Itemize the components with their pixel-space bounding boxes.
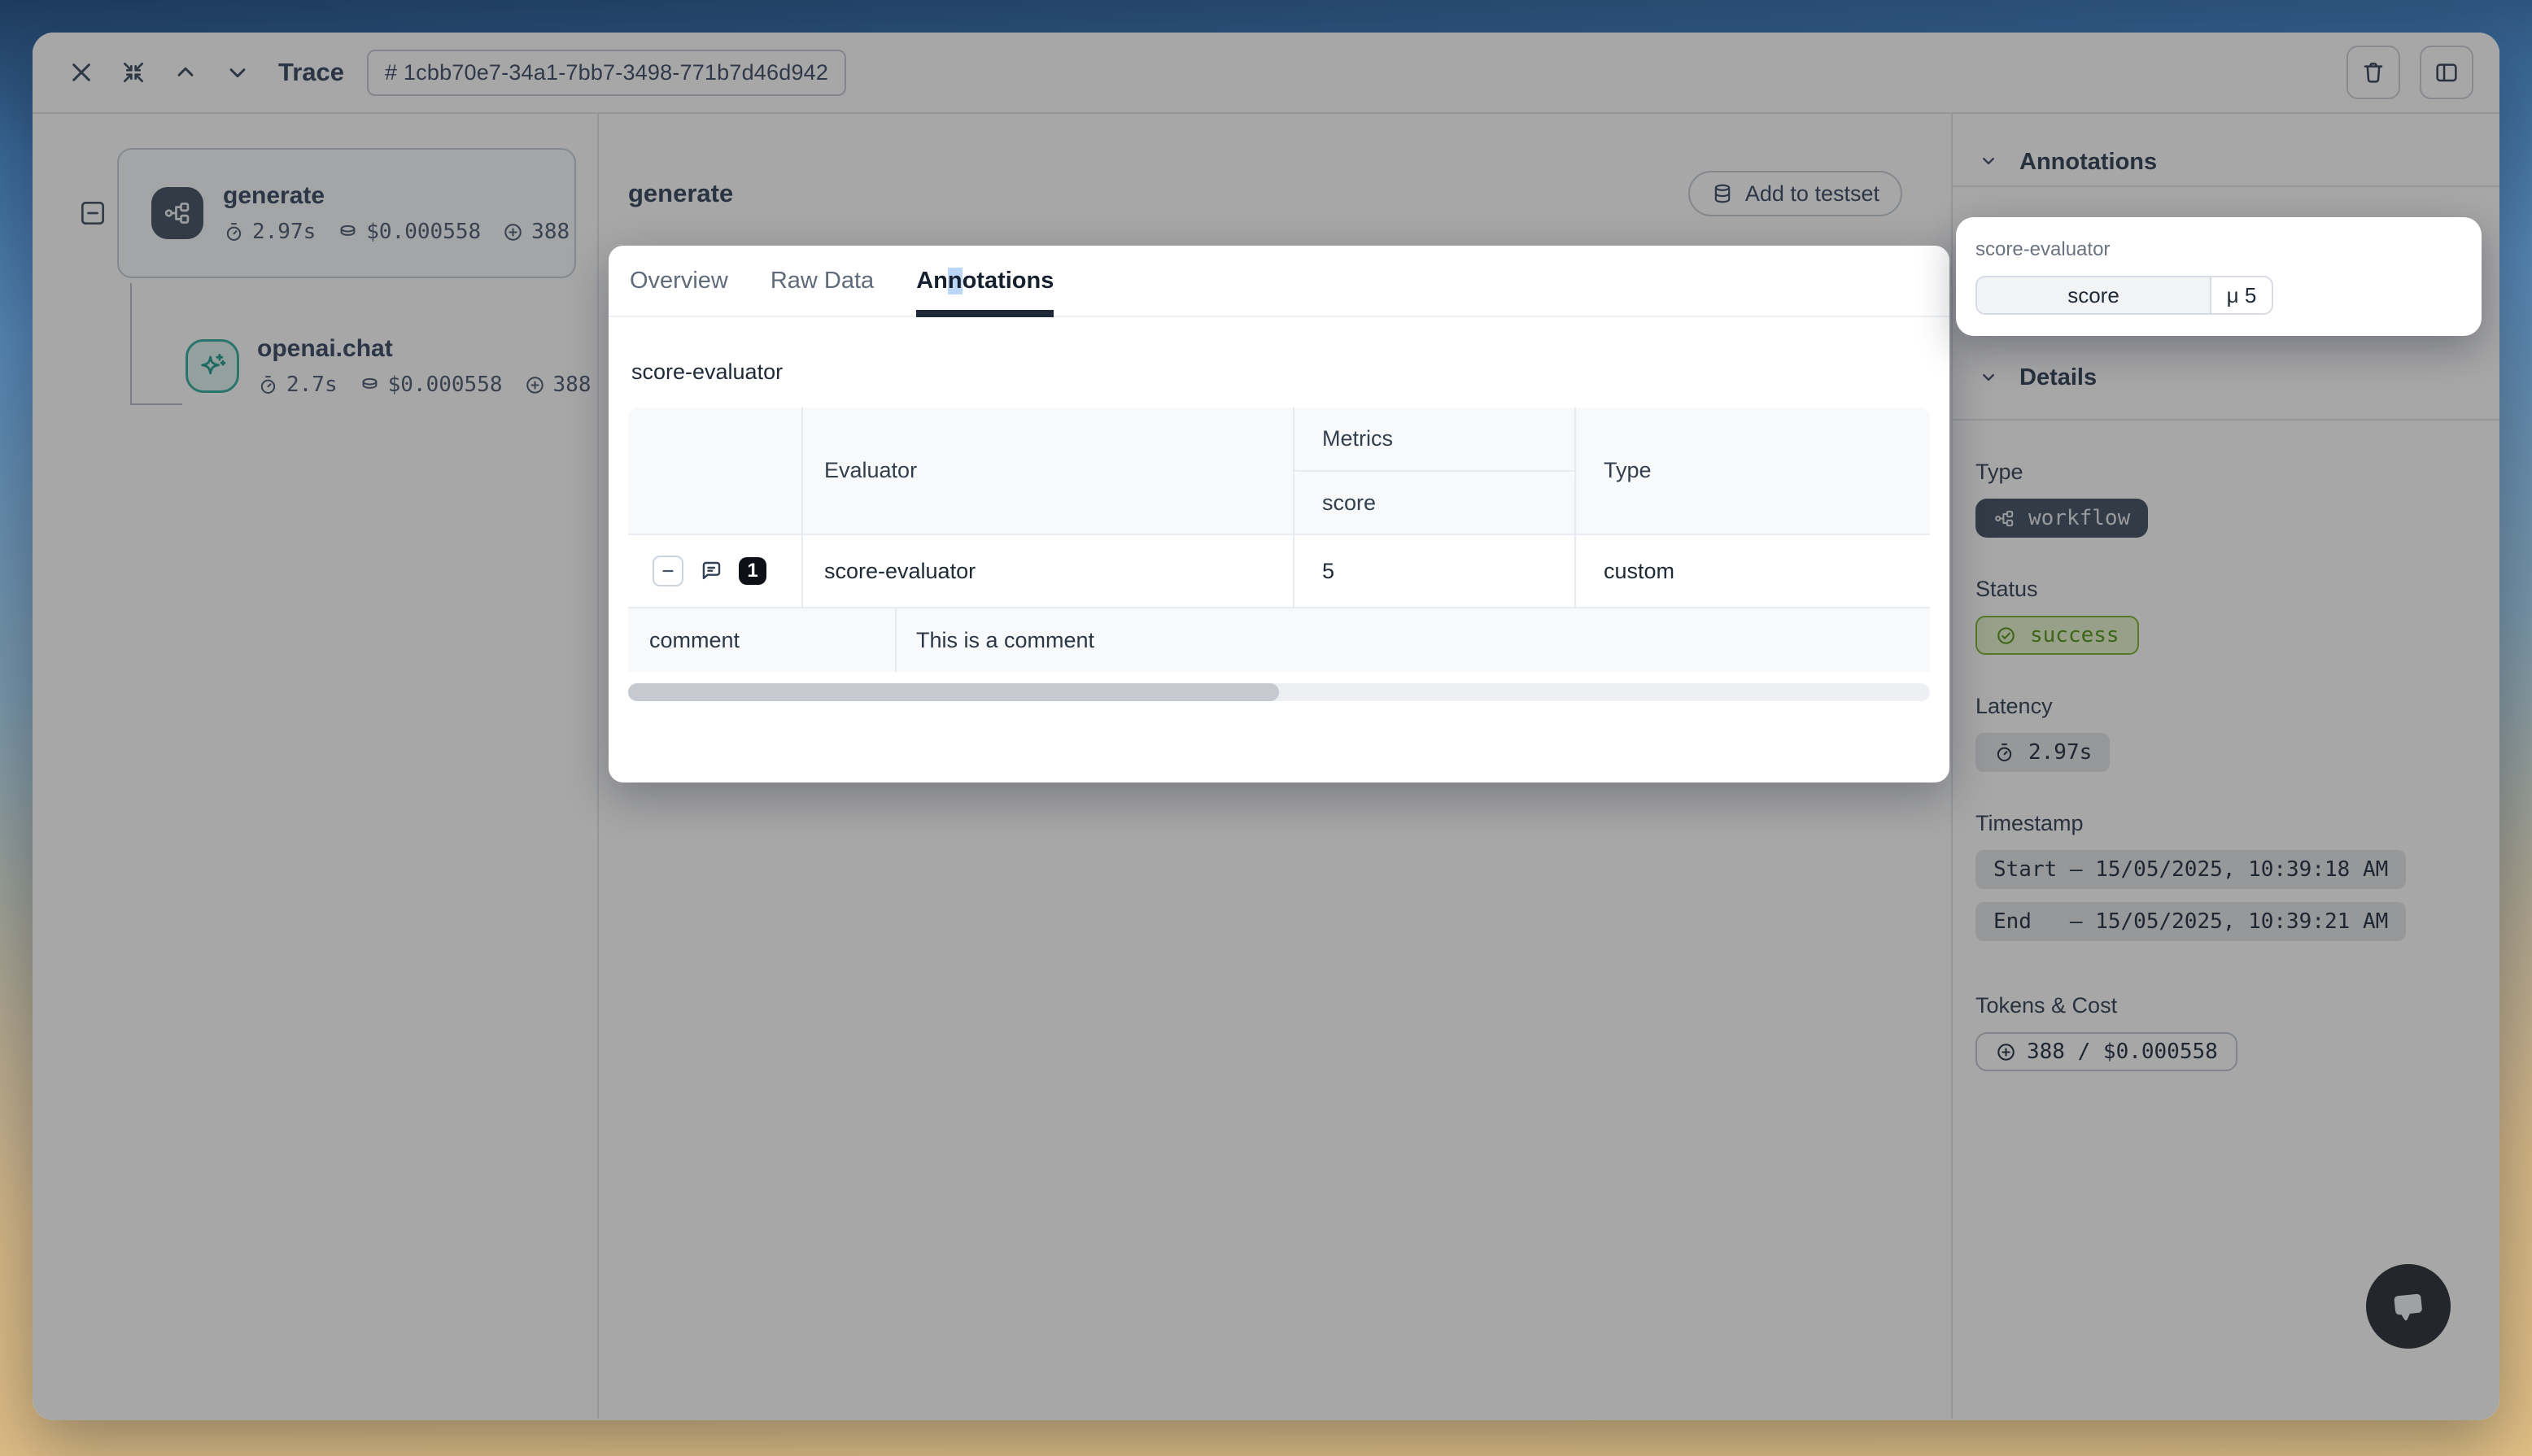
metric-value-segment[interactable]: μ 5	[2211, 277, 2272, 313]
tab-label-highlight: n	[948, 268, 963, 294]
metrics-column-header: Metrics	[1294, 408, 1575, 471]
span-detail-panel: Overview Raw Data Annotations score-eval…	[609, 246, 1949, 782]
minus-icon	[658, 561, 678, 581]
comment-row: comment This is a comment	[628, 608, 1930, 672]
controls-column-header	[628, 408, 802, 534]
tab-raw-data[interactable]: Raw Data	[771, 246, 874, 316]
annotation-evaluator-label: score-evaluator	[1975, 238, 2462, 261]
tab-label-part: An	[916, 268, 948, 294]
row-controls: 1	[628, 556, 801, 586]
tab-annotations[interactable]: Annotations	[916, 246, 1054, 316]
score-cell: 5	[1294, 534, 1575, 608]
type-column-header: Type	[1575, 408, 1930, 534]
metric-name-header: score	[1294, 471, 1575, 534]
evaluator-cell: score-evaluator	[802, 534, 1294, 608]
comment-value: This is a comment	[897, 608, 1930, 672]
comment-key: comment	[628, 608, 897, 672]
annotations-tab-content: score-evaluator Evaluator Metrics Type	[609, 360, 1949, 701]
horizontal-scrollbar[interactable]	[628, 683, 1930, 701]
evaluator-section-label: score-evaluator	[631, 360, 1930, 385]
evaluator-column-header: Evaluator	[802, 408, 1294, 534]
table-row: 1 score-evaluator 5 custom	[628, 534, 1930, 608]
annotation-card: score-evaluator score μ 5	[1956, 217, 2482, 336]
annotations-table: Evaluator Metrics Type score	[628, 408, 1930, 672]
trace-modal: Trace # 1cbb70e7-34a1-7bb7-3498-771b7d46…	[33, 33, 2499, 1420]
comment-icon[interactable]	[698, 558, 724, 584]
comment-count-badge[interactable]: 1	[739, 557, 766, 585]
tab-overview[interactable]: Overview	[630, 246, 728, 316]
score-control[interactable]: score μ 5	[1975, 276, 2273, 315]
collapse-row-button[interactable]	[653, 556, 683, 586]
tab-label-part: otations	[963, 268, 1054, 294]
scrollbar-thumb[interactable]	[628, 683, 1279, 701]
metric-name-segment[interactable]: score	[1977, 277, 2211, 313]
type-cell: custom	[1575, 534, 1930, 608]
tab-bar: Overview Raw Data Annotations	[609, 246, 1949, 317]
